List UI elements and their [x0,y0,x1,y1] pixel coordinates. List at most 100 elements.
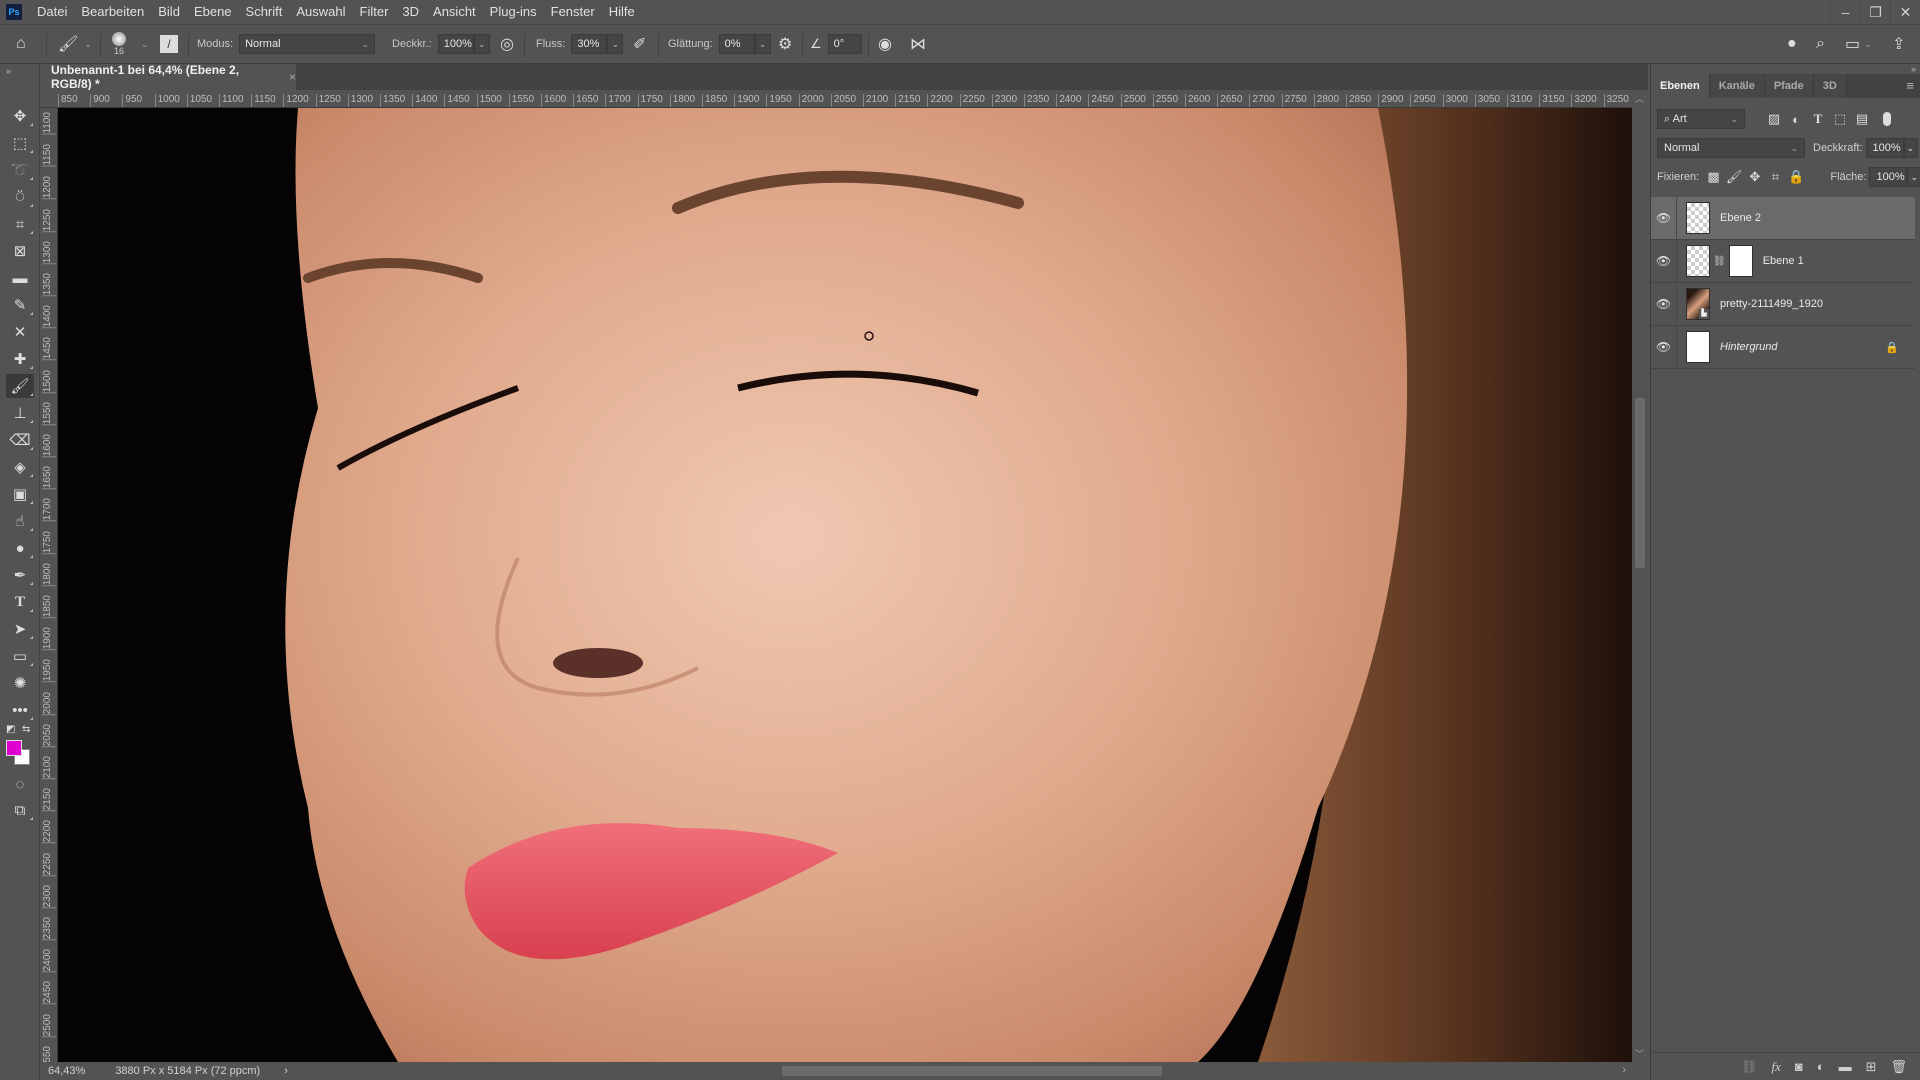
visibility-eye-icon[interactable]: 👁 [1651,196,1677,240]
smoothing-options-button[interactable]: ⚙ [778,25,792,63]
healing-brush-tool[interactable]: ✚ [6,347,34,371]
visibility-eye-icon[interactable]: 👁 [1651,325,1677,369]
tab-pfade[interactable]: Pfade [1764,74,1814,98]
document-tab[interactable]: Unbenannt-1 bei 64,4% (Ebene 2, RGB/8) *… [40,63,296,91]
clone-stamp-tool[interactable]: ⊥ [6,401,34,425]
crop-tool[interactable]: ⌗ [6,212,34,236]
brush-settings-toggle[interactable]: / [160,25,178,63]
lock-transparency-icon[interactable]: ▩ [1703,169,1724,185]
menu-hilfe[interactable]: Hilfe [602,0,642,24]
default-colors-icon[interactable]: ◩ [6,724,15,735]
type-tool[interactable]: T [6,590,34,614]
zoom-level[interactable]: 64,43% [48,1065,85,1077]
collapse-panel-icon[interactable]: » [1911,64,1916,74]
tool-preset-picker[interactable]: 🖌 ⌄ [58,25,92,63]
menu-3d[interactable]: 3D [395,0,426,24]
menu-plugins[interactable]: Plug-ins [483,0,544,24]
flow-dropdown[interactable]: ⌄ [607,34,624,54]
new-layer-icon[interactable]: ⊞ [1866,1059,1877,1075]
filter-smart-object-icon[interactable]: ▤ [1851,111,1873,127]
minimize-button[interactable]: – [1830,0,1860,24]
brush-tool[interactable]: 🖌 [6,374,34,398]
pen-tool[interactable]: ✒ [6,563,34,587]
menu-schrift[interactable]: Schrift [239,0,290,24]
eyedropper-tool[interactable]: ✎ [6,293,34,317]
lock-pixels-icon[interactable]: 🖌 [1724,169,1745,185]
home-button[interactable]: ⌂ [16,25,26,63]
paint-bucket-tool[interactable]: ◈ [6,455,34,479]
scroll-down-icon[interactable]: ﹀ [1635,1047,1644,1060]
tab-3d[interactable]: 3D [1813,74,1847,98]
custom-shape-tool[interactable]: ✺ [6,671,34,695]
content-aware-move-tool[interactable]: ✕ [6,320,34,344]
menu-bild[interactable]: Bild [151,0,187,24]
smoothing-dropdown[interactable]: ⌄ [754,34,771,54]
opacity-dropdown[interactable]: ⌄ [473,34,490,54]
pressure-size-toggle[interactable]: ◉ [878,25,892,63]
lasso-tool[interactable]: ➰ [6,158,34,182]
airbrush-toggle[interactable]: ✐ [633,25,646,63]
trash-icon[interactable]: 🗑 [1890,1059,1907,1075]
smudge-tool[interactable]: ☝ [6,509,34,533]
share-button[interactable]: ⇪ [1892,25,1905,63]
filter-shape-icon[interactable]: ⬚ [1829,111,1851,127]
lock-position-icon[interactable]: ✥ [1744,169,1765,185]
visibility-eye-icon[interactable]: 👁 [1651,282,1677,326]
fx-icon[interactable]: fx [1771,1059,1780,1075]
rectangle-tool[interactable]: ▭ [6,644,34,668]
share-user-button[interactable]: ● [1787,25,1797,63]
marquee-tool[interactable]: ⬚ [6,131,34,155]
menu-fenster[interactable]: Fenster [544,0,602,24]
vertical-scrollbar[interactable]: ︿ ﹀ [1632,90,1648,1062]
symmetry-button[interactable]: ⋈ [910,25,926,63]
status-menu-arrow[interactable]: › [284,1065,288,1077]
layer-mask-thumbnail[interactable] [1728,245,1753,277]
lock-icon[interactable]: 🔒 [1885,341,1899,354]
gradient-tool[interactable]: ▣ [6,482,34,506]
foreground-color-swatch[interactable] [6,740,22,756]
layer-filter-select[interactable]: ⌕ Art ⌄ [1657,109,1745,129]
layer-row-hintergrund[interactable]: 👁 Hintergrund 🔒 [1651,325,1915,369]
angle-input[interactable]: 0° [827,34,862,54]
close-button[interactable]: ✕ [1890,0,1920,24]
scroll-up-icon[interactable]: ︿ [1635,92,1644,105]
link-layers-icon[interactable]: ⛓ [1741,1059,1758,1075]
move-tool[interactable]: ✥ [6,104,34,128]
layer-opacity-dropdown[interactable]: ⌄ [1903,138,1918,158]
filter-adjustment-icon[interactable]: ◐ [1785,112,1807,127]
layer-fill-dropdown[interactable]: ⌄ [1907,167,1920,187]
horizontal-scroll-thumb[interactable] [782,1066,1162,1076]
blend-mode-select[interactable]: Normal ⌄ [1657,138,1805,158]
ruler-tool[interactable]: ▬ [6,266,34,290]
new-group-icon[interactable]: ▬ [1839,1059,1852,1074]
quick-selection-tool[interactable]: ⍥ [6,185,34,209]
menu-auswahl[interactable]: Auswahl [289,0,352,24]
tab-kanaele[interactable]: Kanäle [1709,74,1765,98]
layer-row-pretty[interactable]: 👁 ▙ pretty-2111499_1920 [1651,282,1915,326]
menu-ebene[interactable]: Ebene [187,0,239,24]
adjustment-layer-icon[interactable]: ◐ [1817,1059,1825,1074]
vertical-scroll-thumb[interactable] [1635,398,1645,568]
restore-button[interactable]: ❐ [1860,0,1890,24]
menu-ansicht[interactable]: Ansicht [426,0,483,24]
lock-artboard-icon[interactable]: ⌗ [1765,169,1786,185]
menu-filter[interactable]: Filter [353,0,396,24]
menu-bearbeiten[interactable]: Bearbeiten [74,0,151,24]
flow-input[interactable]: 30% [571,34,608,54]
add-mask-icon[interactable]: ◙ [1795,1059,1803,1074]
scroll-right-icon[interactable]: › [1622,1064,1626,1076]
opacity-input[interactable]: 100% [437,34,474,54]
layer-fill-input[interactable]: 100% [1869,167,1908,187]
filter-pixel-icon[interactable]: ▨ [1763,111,1785,127]
layer-row-ebene-2[interactable]: 👁 Ebene 2 [1651,196,1915,240]
mode-select[interactable]: Normal ⌄ [239,34,376,54]
smoothing-input[interactable]: 0% [718,34,755,54]
swap-colors-icon[interactable]: ⇆ [22,724,30,735]
eraser-tool[interactable]: ⌫ [6,428,34,452]
layer-opacity-input[interactable]: 100% [1865,138,1904,158]
search-button[interactable]: ⌕ [1816,25,1825,63]
visibility-eye-icon[interactable]: 👁 [1651,239,1677,283]
mask-link-icon[interactable]: ⛓ [1713,256,1726,267]
more-tools[interactable]: ••• [6,698,34,722]
lock-all-icon[interactable]: 🔒 [1786,169,1807,185]
